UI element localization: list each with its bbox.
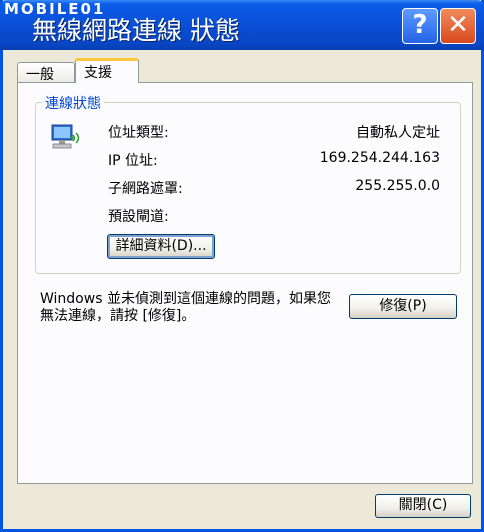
ip-address-label: IP 位址: xyxy=(108,153,158,169)
address-type-label: 位址類型: xyxy=(108,125,169,141)
help-button[interactable]: ? xyxy=(402,8,438,44)
connection-status-group: 連線狀態 位址類型: 自動私人定址 IP 位址: 169.254.244.163… xyxy=(35,93,461,274)
tab-support[interactable]: 支援 xyxy=(75,58,139,83)
close-button[interactable]: 關閉(C) xyxy=(375,494,471,518)
status-dialog: MOBILE01 無線網路連線 狀態 ? ✕ 一般 支援 連線狀態 位址類型: … xyxy=(0,0,484,532)
subnet-mask-value: 255.255.0.0 xyxy=(355,178,440,194)
details-button[interactable]: 詳細資料(D)... xyxy=(107,234,215,259)
title-bar[interactable]: MOBILE01 無線網路連線 狀態 ? ✕ xyxy=(0,0,484,50)
group-label: 連線狀態 xyxy=(42,93,104,113)
wireless-network-icon xyxy=(51,124,80,149)
default-gateway-label: 預設閘道: xyxy=(108,209,169,225)
repair-button[interactable]: 修復(P) xyxy=(349,294,457,319)
tab-panel-support: 連線狀態 位址類型: 自動私人定址 IP 位址: 169.254.244.163… xyxy=(17,82,473,484)
window-title: 無線網路連線 狀態 xyxy=(32,16,240,45)
close-window-button[interactable]: ✕ xyxy=(440,8,476,44)
address-type-value: 自動私人定址 xyxy=(356,125,440,141)
ip-address-value: 169.254.244.163 xyxy=(319,150,440,166)
repair-message: Windows 並未偵測到這個連線的問題，如果您無法連線，請按 [修復]。 xyxy=(40,291,331,324)
tab-general[interactable]: 一般 xyxy=(17,62,75,83)
subnet-mask-label: 子網路遮罩: xyxy=(108,181,183,197)
